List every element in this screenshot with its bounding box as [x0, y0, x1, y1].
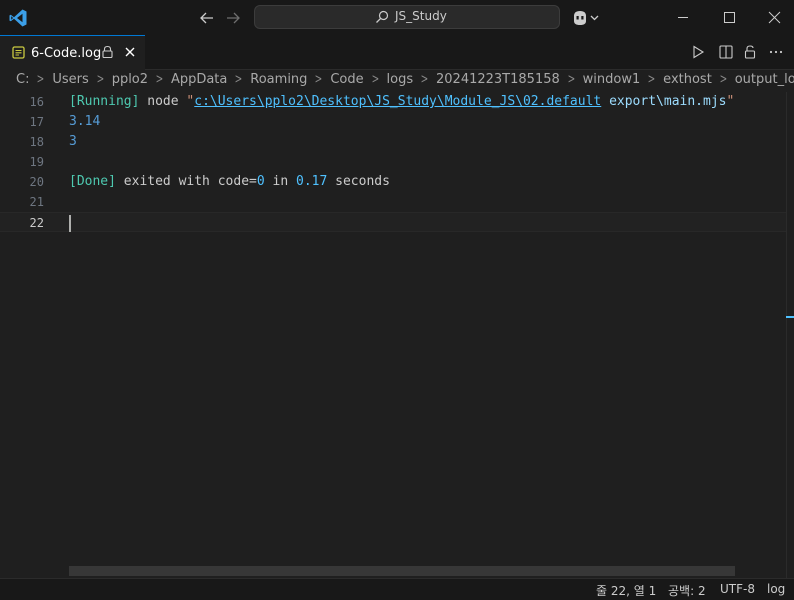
- code-line[interactable]: 21: [0, 192, 786, 212]
- breadcrumb: C: > Users > pplo2 > AppData > Roaming > Code > logs…: [16, 72, 794, 94]
- breadcrumb-item[interactable]: 20241223T185158: [436, 72, 560, 87]
- code-token: 0: [256, 174, 265, 189]
- breadcrumb-item[interactable]: Roaming: [250, 72, 307, 87]
- forward-arrow-icon[interactable]: [223, 8, 243, 28]
- status-bar: 줄 22, 열 1 공백: 2 UTF-8 log: [0, 578, 794, 600]
- scrollbar-cursor-marker: [786, 316, 794, 318]
- code-token: [Running]: [69, 94, 140, 109]
- split-editor-icon[interactable]: [718, 44, 734, 60]
- close-icon[interactable]: [752, 0, 794, 35]
- maximize-icon[interactable]: [706, 0, 752, 35]
- code-token: [Done]: [69, 174, 116, 189]
- back-arrow-icon[interactable]: [197, 8, 217, 28]
- chevron-right-icon: >: [96, 72, 105, 87]
- code-token: 0.17: [296, 174, 328, 189]
- chevron-right-icon: >: [567, 72, 576, 87]
- line-content: [Done] exited with code=0 in 0.17 second…: [69, 172, 390, 192]
- code-line[interactable]: 18 3: [0, 132, 786, 152]
- code-line[interactable]: 19: [0, 152, 786, 172]
- breadcrumb-item[interactable]: exthost: [663, 72, 712, 87]
- tab-close-icon[interactable]: [123, 45, 137, 59]
- unlock-icon[interactable]: [742, 44, 758, 60]
- line-number: 18: [29, 135, 44, 149]
- line-number: 19: [29, 155, 44, 169]
- editor[interactable]: 16 [Running] node " c:\Users\pplo2\Desktop…: [0, 92, 794, 578]
- line-number: 20: [29, 175, 44, 189]
- search-text: JS_Study: [395, 9, 447, 23]
- search-icon: [376, 10, 389, 23]
- chevron-right-icon: >: [315, 72, 323, 87]
- status-cursor-position[interactable]: 줄 22, 열 1: [596, 582, 656, 599]
- breadcrumb-item[interactable]: logs: [387, 72, 414, 87]
- line-number: 22: [29, 216, 44, 230]
- command-center-search[interactable]: JS_Study: [254, 5, 560, 29]
- chevron-right-icon: >: [235, 72, 243, 87]
- status-encoding[interactable]: UTF-8: [720, 582, 755, 596]
- more-actions-icon[interactable]: [768, 44, 784, 60]
- chevron-right-icon: >: [420, 72, 429, 87]
- breadcrumb-item[interactable]: Users: [52, 72, 88, 87]
- chevron-right-icon: >: [37, 72, 45, 87]
- chevron-right-icon: >: [371, 72, 379, 87]
- line-content: 3: [69, 132, 77, 152]
- code-token: ": [726, 94, 735, 109]
- code-token: 3.14: [69, 114, 101, 129]
- breadcrumb-item[interactable]: Code: [330, 72, 363, 87]
- code-line[interactable]: 16 [Running] node " c:\Users\pplo2\Desktop…: [0, 92, 786, 112]
- tab-6-code-log[interactable]: 6-Code.log: [0, 35, 145, 70]
- line-number: 17: [29, 115, 44, 129]
- breadcrumb-item[interactable]: C:: [16, 72, 29, 87]
- chevron-right-icon: >: [155, 72, 164, 87]
- code-token: 3: [69, 134, 77, 149]
- breadcrumb-item[interactable]: window1: [583, 72, 641, 87]
- log-file-icon: [12, 46, 25, 59]
- title-bar: JS_Study: [0, 0, 794, 35]
- run-icon[interactable]: [690, 44, 706, 60]
- code-line[interactable]: 20 [Done] exited with code=0 in 0.17 seco…: [0, 172, 786, 192]
- vertical-scrollbar[interactable]: [786, 92, 794, 578]
- text-cursor: [69, 215, 71, 232]
- line-content: 3.14: [69, 112, 100, 132]
- chevron-right-icon: >: [719, 72, 728, 87]
- minimize-icon[interactable]: [660, 0, 706, 35]
- code-token: node: [139, 94, 187, 109]
- code-token[interactable]: c:\Users\pplo2\Desktop\JS_Study\Module_J…: [194, 94, 601, 109]
- line-content: [Running] node " c:\Users\pplo2\Desktop\J…: [69, 92, 734, 112]
- breadcrumb-item[interactable]: AppData: [171, 72, 227, 87]
- line-number: 16: [29, 95, 44, 109]
- tab-label: 6-Code.log: [31, 46, 102, 61]
- code-line[interactable]: 17 3.14: [0, 112, 786, 132]
- tab-bar: 6-Code.log: [0, 35, 794, 70]
- status-indentation[interactable]: 공백: 2: [668, 582, 706, 599]
- horizontal-scrollbar[interactable]: [69, 566, 735, 576]
- breadcrumb-item[interactable]: output_logging_20241223T185203: [735, 72, 794, 87]
- vscode-logo-icon: [9, 9, 27, 27]
- chevron-right-icon: >: [647, 72, 656, 87]
- code-token: seconds: [327, 174, 390, 189]
- lock-icon: [102, 45, 113, 59]
- code-token: export\main.mjs: [601, 94, 727, 109]
- copilot-icon[interactable]: [571, 8, 601, 28]
- current-line[interactable]: 22: [0, 212, 786, 232]
- code-token: in: [264, 174, 296, 189]
- code-token: exited with code=: [115, 174, 257, 189]
- line-number: 21: [29, 195, 44, 209]
- breadcrumb-item[interactable]: pplo2: [112, 72, 148, 87]
- status-language-mode[interactable]: log: [767, 582, 785, 596]
